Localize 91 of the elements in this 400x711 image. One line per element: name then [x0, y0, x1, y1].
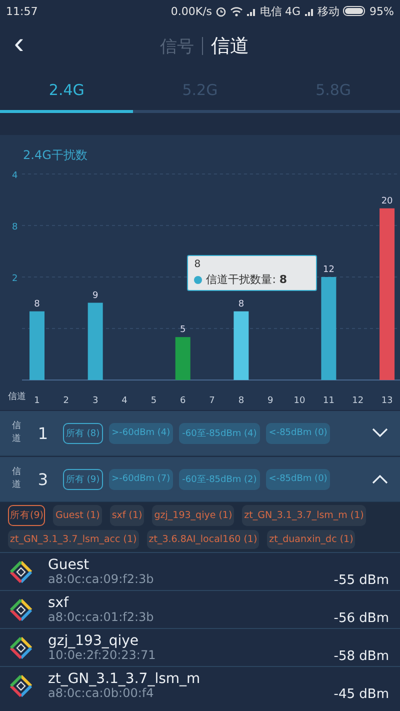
network-name: gzj_193_qiye	[48, 632, 140, 649]
x-tick-label: 13	[381, 396, 393, 406]
signal-strength: -56 dBm	[334, 611, 389, 628]
mac-address: a8:0c:ca:01:f2:3b	[48, 610, 155, 624]
chevron-icon[interactable]	[372, 428, 388, 438]
mac-address: 10:0e:2f:20:23:71	[48, 648, 157, 662]
chart-bar[interactable]	[321, 277, 336, 380]
network-speed: 0.00K/s	[170, 4, 212, 18]
header-tab[interactable]: 信号	[160, 34, 194, 58]
network-name: Guest	[48, 556, 90, 573]
carrier-name: 电信	[260, 4, 282, 18]
network-item[interactable]: zt_GN_3.1_3.7_lsm_m a8:0c:ca:0b:00:f4 -45 dBm	[0, 666, 400, 704]
ssid-chip[interactable]: zt_duanxin_dc (1)	[267, 530, 356, 549]
x-tick-label: 5	[150, 396, 157, 406]
app-logo-icon	[10, 560, 32, 582]
x-tick-label: 9	[268, 396, 274, 406]
y-tick-label: 4	[12, 171, 18, 181]
battery-level: 95%	[370, 4, 394, 18]
network-name: zt_GN_3.1_3.7_lsm_m	[48, 670, 202, 687]
x-tick-label: 1	[34, 396, 40, 406]
bar-value-label: 12	[322, 265, 334, 275]
back-button[interactable]: ‹	[0, 29, 38, 59]
ssid-chip[interactable]: 所有(9)	[8, 505, 46, 526]
filter-chip[interactable]: 所有 (9)	[63, 468, 103, 490]
filter-chip[interactable]: <-85dBm (0)	[266, 422, 330, 444]
series-dot-icon	[194, 276, 202, 284]
battery-icon	[342, 6, 367, 16]
wifi-icon	[230, 6, 244, 16]
filter-chip[interactable]: <-85dBm (0)	[266, 468, 330, 490]
x-tick-label: 6	[180, 396, 186, 406]
signal-icon	[304, 6, 315, 16]
chart-bar[interactable]	[234, 311, 249, 380]
chevron-icon[interactable]	[372, 474, 388, 484]
ssid-chip[interactable]: gzj_193_qiye (1)	[152, 505, 234, 526]
mac-address: a8:0c:ca:0b:00:f4	[48, 686, 154, 700]
filter-chip[interactable]: 所有 (8)	[63, 422, 103, 444]
tooltip-text: 信道干扰数量: 8	[206, 272, 288, 288]
channel-number: 3	[36, 470, 50, 488]
x-tick-label: 10	[294, 396, 306, 406]
y-tick-label: 8	[12, 222, 18, 232]
bar-value-label: 9	[92, 290, 98, 301]
x-axis-label: 信道	[8, 392, 26, 402]
chart-bar[interactable]	[175, 337, 190, 380]
x-tick-label: 12	[352, 396, 364, 406]
bar-value-label: 8	[34, 299, 40, 310]
ssid-chip[interactable]: zt_GN_3.1_3.7_lsm_m (1)	[242, 505, 366, 526]
signal-icon	[246, 6, 258, 16]
filter-chip[interactable]: >-60dBm (4)	[108, 422, 174, 444]
filter-chip[interactable]: >-60dBm (7)	[108, 468, 174, 490]
filter-chip[interactable]: -60至-85dBm (4)	[179, 422, 260, 444]
ssid-chip[interactable]: zt_3.6.8AI_local160 (1)	[146, 530, 260, 549]
status-time: 11:57	[6, 4, 38, 18]
channel-label: 信道	[12, 420, 22, 446]
network-name: sxf	[48, 594, 70, 611]
x-tick-label: 11	[322, 396, 334, 406]
x-tick-label: 7	[209, 396, 215, 406]
bar-value-label: 5	[180, 325, 186, 336]
alarm-clock-icon	[215, 5, 228, 17]
x-tick-label: 4	[122, 396, 128, 406]
bar-value-label: 20	[381, 196, 393, 206]
x-tick-label: 8	[238, 396, 244, 406]
signal-strength: -55 dBm	[334, 573, 389, 590]
chart-bar[interactable]	[380, 208, 395, 380]
channel-label: 信道	[12, 466, 22, 492]
network-type: 4G	[285, 4, 301, 18]
signal-strength: -58 dBm	[334, 649, 389, 666]
network-item[interactable]: sxf a8:0c:ca:01:f2:3b -56 dBm	[0, 590, 400, 628]
app-logo-icon	[10, 674, 32, 696]
carrier-name: 移动	[318, 4, 340, 18]
network-item[interactable]: gzj_193_qiye 10:0e:2f:20:23:71 -58 dBm	[0, 628, 400, 666]
chart-bar[interactable]	[88, 302, 103, 380]
app-logo-icon	[10, 636, 32, 658]
chart-title: 2.4G干扰数	[23, 148, 88, 162]
network-item[interactable]: Guest a8:0c:ca:09:f2:3b -55 dBm	[0, 552, 400, 590]
ssid-chip[interactable]: zt_GN_3.1_3.7_lsm_acc (1)	[8, 530, 139, 549]
tooltip-title: 8	[194, 259, 202, 270]
channel-row[interactable]: 信道 3 所有 (9) >-60dBm (7) -60至-85dBm (2) <-85dBm (0)	[0, 457, 400, 502]
x-tick-label: 2	[63, 396, 70, 406]
channel-number: 1	[36, 424, 50, 442]
channel-row[interactable]: 信道 1 所有 (8) >-60dBm (4) -60至-85dBm (4) <-85dBm (0)	[0, 411, 400, 456]
filter-chip[interactable]: -60至-85dBm (2)	[179, 468, 260, 490]
header-tab[interactable]: 信道	[211, 33, 249, 59]
bar-value-label: 8	[238, 299, 244, 310]
ssid-chip[interactable]: Guest (1)	[53, 505, 102, 526]
ssid-chip[interactable]: sxf (1)	[110, 505, 144, 526]
y-tick-label: 2	[12, 274, 18, 284]
signal-strength: -45 dBm	[334, 687, 389, 704]
app-logo-icon	[10, 598, 32, 620]
x-tick-label: 3	[92, 396, 98, 406]
band-tab[interactable]: 2.4G	[0, 70, 134, 113]
mac-address: a8:0c:ca:09:f2:3b	[48, 572, 155, 586]
